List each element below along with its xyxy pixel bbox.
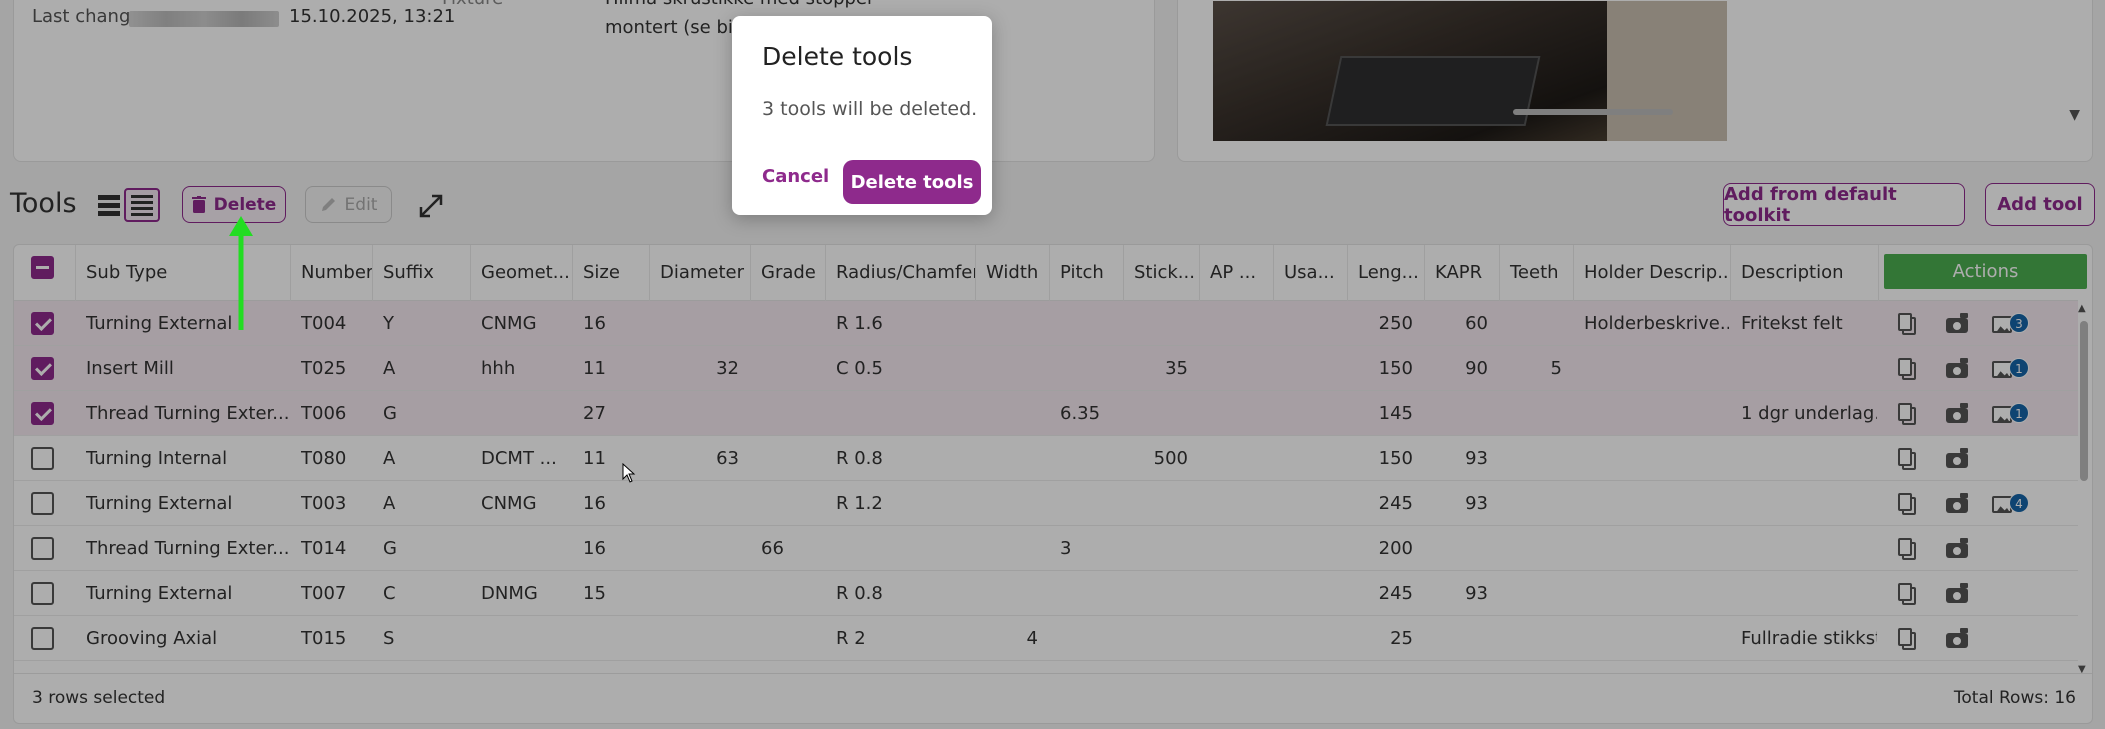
delete-tools-dialog: Delete tools 3 tools will be deleted. Ca… (732, 16, 992, 215)
cancel-button[interactable]: Cancel (762, 166, 829, 187)
mouse-cursor-icon (622, 463, 636, 483)
annotation-arrow-icon (229, 216, 253, 330)
dialog-message: 3 tools will be deleted. (762, 98, 978, 120)
confirm-delete-button[interactable]: Delete tools (843, 160, 981, 204)
dialog-title: Delete tools (762, 42, 913, 71)
modal-backdrop[interactable] (0, 0, 2105, 729)
